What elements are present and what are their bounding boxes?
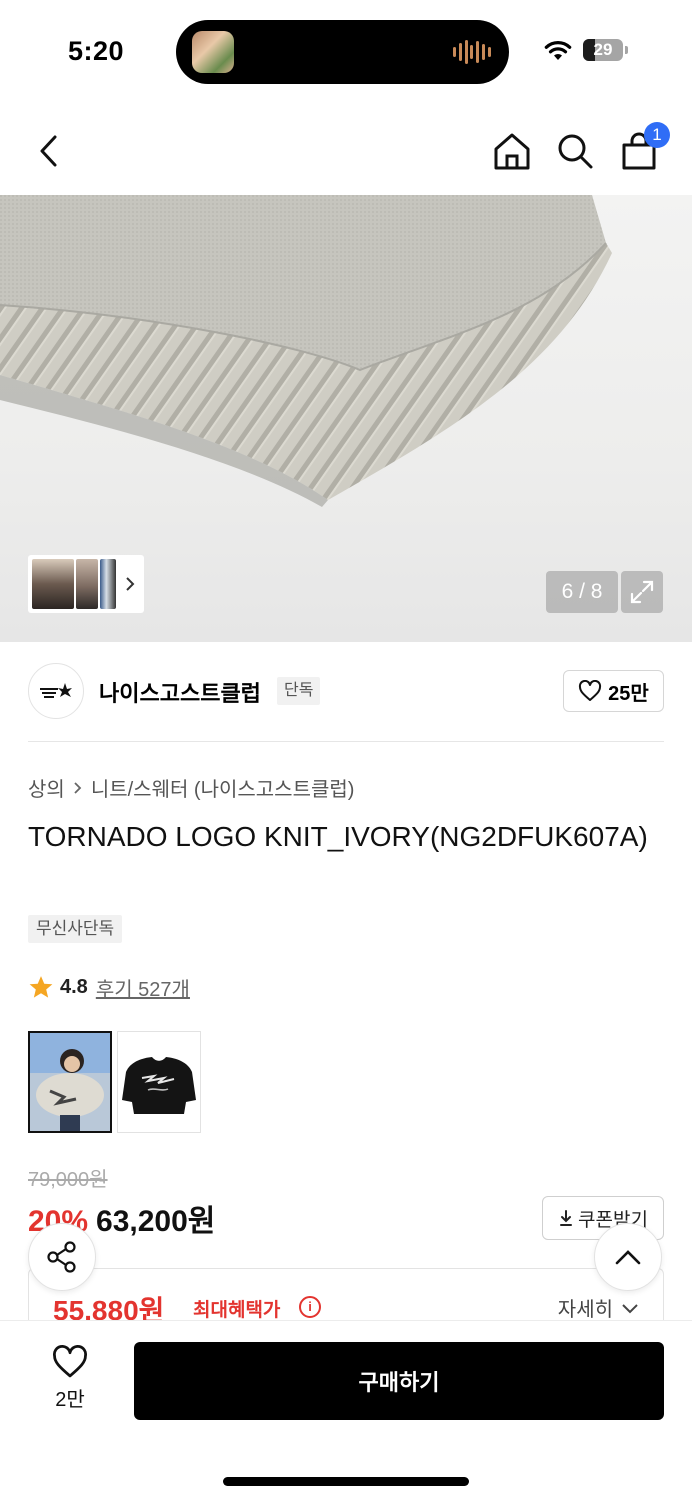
wishlist-count: 2만 [55, 1389, 85, 1411]
wishlist-button[interactable]: 2만 [36, 1345, 104, 1415]
bottom-action-bar: 2만 구매하기 [0, 1320, 692, 1500]
audio-wave-icon [453, 39, 491, 65]
best-benefit-box[interactable]: 55,880원 최대혜택가 i 자세히 [28, 1268, 664, 1328]
expand-icon [630, 580, 654, 604]
brand-exclusive-tag: 단독 [277, 677, 321, 705]
wifi-icon [544, 41, 572, 60]
thumbnail-strip[interactable] [28, 555, 144, 613]
top-navigation: 1 [0, 110, 692, 194]
battery-percent: 29 [593, 40, 613, 59]
original-price: 79,000원 [28, 1169, 108, 1191]
divider [28, 741, 664, 742]
brand-logo[interactable] [28, 663, 84, 719]
rating-row[interactable]: 4.8 후기 527개 [28, 972, 190, 1002]
breadcrumb: 상의 니트/스웨터 (나이스고스트클럽) [28, 773, 354, 802]
heart-icon [579, 680, 602, 701]
info-icon[interactable]: i [299, 1296, 321, 1318]
battery-icon: 29 [583, 39, 623, 61]
thumbnail-image [100, 559, 116, 609]
chevron-up-icon [615, 1250, 641, 1265]
chevron-left-icon [40, 135, 57, 167]
color-option-image [30, 1033, 110, 1131]
share-button[interactable] [28, 1223, 96, 1291]
dynamic-island[interactable] [176, 20, 509, 84]
musinsa-exclusive-tag: 무신사단독 [28, 915, 123, 943]
home-icon [494, 133, 530, 170]
battery-cap [625, 46, 628, 54]
brand-like-count: 25만 [608, 682, 649, 705]
detail-label: 자세히 [557, 1299, 613, 1321]
brand-row: 나이스고스트클럽 단독 25만 [0, 660, 692, 724]
product-title: TORNADO LOGO KNIT_IVORY(NG2DFUK607A) [28, 821, 648, 852]
star-icon [29, 976, 53, 998]
cart-count-badge: 1 [644, 122, 670, 148]
download-icon [560, 1210, 573, 1226]
status-bar: 5:20 29 [0, 0, 692, 100]
expand-button[interactable] [621, 571, 663, 613]
sale-price: 63,200원 [96, 1205, 216, 1238]
chevron-right-icon [74, 781, 82, 794]
scroll-top-button[interactable] [594, 1223, 662, 1291]
color-option-black[interactable] [117, 1031, 201, 1133]
product-image-gallery[interactable]: 6 / 8 [0, 195, 692, 642]
cart-button[interactable]: 1 [616, 122, 670, 174]
brand-like-button[interactable]: 25만 [563, 670, 664, 712]
review-count-link[interactable]: 후기 527개 [96, 973, 190, 1002]
search-button[interactable] [552, 128, 598, 174]
thumbnail-image [76, 559, 98, 609]
brand-logo-mark [40, 683, 72, 698]
chevron-right-icon [126, 577, 135, 591]
rating-score: 4.8 [60, 975, 88, 998]
image-counter: 6 / 8 [546, 571, 618, 613]
share-icon [47, 1241, 76, 1273]
brand-name[interactable]: 나이스고스트클럽 [99, 676, 261, 708]
breadcrumb-category[interactable]: 상의 [28, 773, 65, 802]
buy-button[interactable]: 구매하기 [134, 1342, 664, 1420]
back-button[interactable] [26, 128, 72, 174]
benefit-detail-toggle[interactable]: 자세히 [558, 1293, 639, 1322]
color-option-image [118, 1032, 200, 1132]
color-option-ivory[interactable] [28, 1031, 112, 1133]
home-indicator [223, 1477, 469, 1486]
thumbnail-image [32, 559, 74, 609]
chevron-down-icon [622, 1303, 638, 1313]
search-icon [558, 134, 593, 169]
heart-icon [53, 1345, 87, 1378]
breadcrumb-subcategory[interactable]: 니트/스웨터 (나이스고스트클럽) [91, 773, 355, 802]
home-button[interactable] [489, 128, 535, 174]
status-time: 5:20 [68, 36, 125, 66]
best-price-label: 최대혜택가 [193, 1300, 281, 1321]
now-playing-artwork [192, 31, 234, 73]
